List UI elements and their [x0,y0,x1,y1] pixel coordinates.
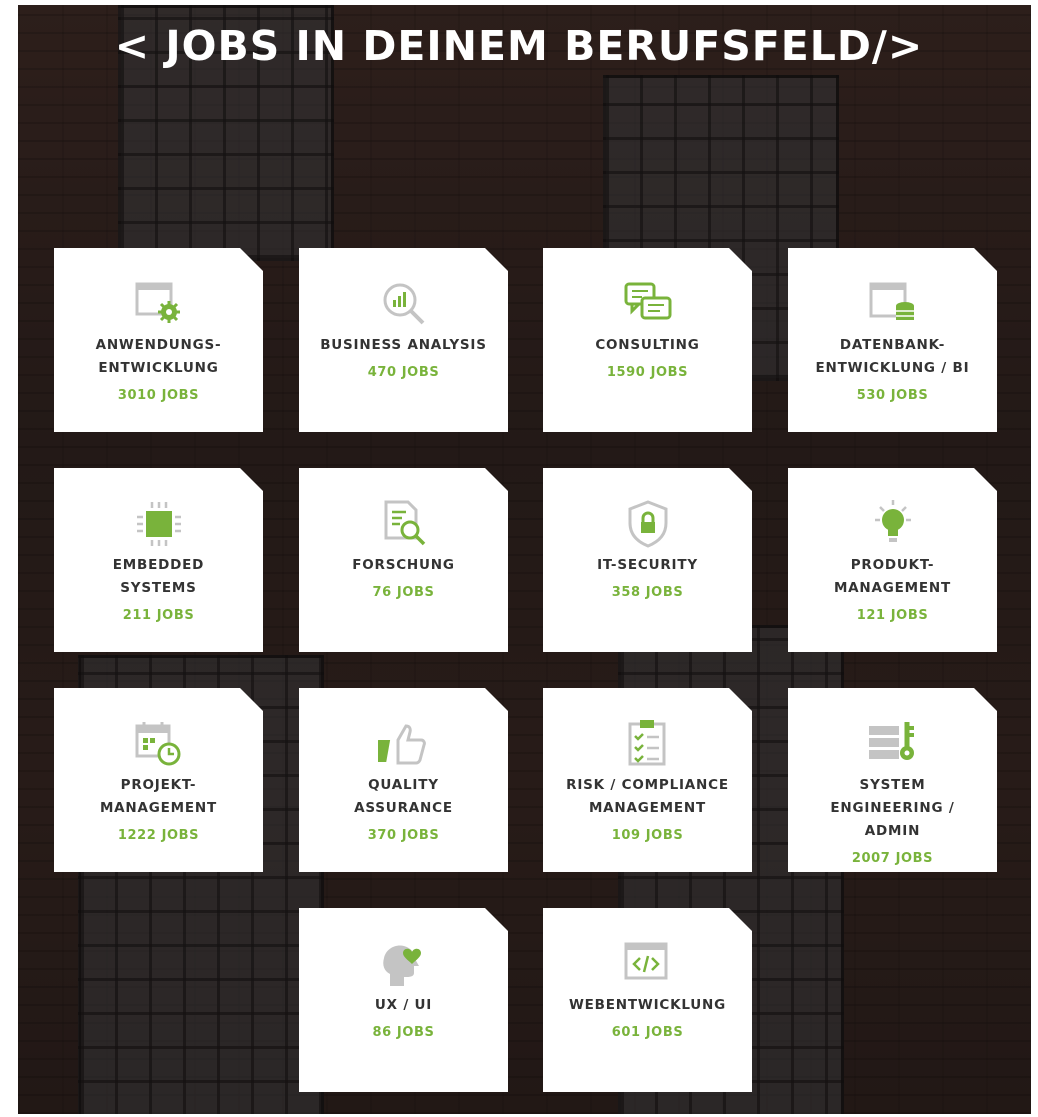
category-name: DATENBANK- ENTWICKLUNG / BI 530 JOBS [794,334,991,407]
category-name: CONSULTING 1590 JOBS [549,334,746,384]
category-name: QUALITY ASSURANCE 370 JOBS [305,774,502,847]
thumbs-up-icon [377,718,430,770]
app-gear-icon [133,278,185,330]
category-name: BUSINESS ANALYSIS 470 JOBS [305,334,502,384]
job-count: 121 JOBS [856,608,929,623]
category-tile[interactable]: BUSINESS ANALYSIS 470 JOBS [299,248,508,432]
job-count: 1590 JOBS [606,365,689,380]
document-search-icon [378,498,430,550]
job-count: 601 JOBS [611,1025,684,1040]
job-count: 470 JOBS [367,365,440,380]
category-tile[interactable]: SYSTEM ENGINEERING / ADMIN 2007 JOBS [788,688,997,872]
category-name: UX / UI 86 JOBS [305,994,502,1044]
shield-lock-icon [622,498,674,550]
category-name: PRODUKT- MANAGEMENT 121 JOBS [794,554,991,627]
category-name: WEBENTWICKLUNG 601 JOBS [549,994,746,1044]
category-name: SYSTEM ENGINEERING / ADMIN 2007 JOBS [794,774,991,870]
job-count: 1222 JOBS [117,828,200,843]
job-count: 109 JOBS [611,828,684,843]
category-name: ANWENDUNGS- ENTWICKLUNG 3010 JOBS [60,334,257,407]
calendar-clock-icon [133,718,185,770]
category-tile[interactable]: RISK / COMPLIANCE MANAGEMENT 109 JOBS [543,688,752,872]
job-count: 86 JOBS [372,1025,435,1040]
checklist-icon [622,718,674,770]
chip-icon [133,498,185,550]
category-tile[interactable]: ANWENDUNGS- ENTWICKLUNG 3010 JOBS [54,248,263,432]
chat-bubbles-icon [622,278,674,330]
category-name: PROJEKT- MANAGEMENT 1222 JOBS [60,774,257,847]
head-heart-icon [378,938,430,990]
page-title: < JOBS IN DEINEM BERUFSFELD/> [114,22,924,70]
database-window-icon [867,278,919,330]
job-count: 358 JOBS [611,585,684,600]
category-tile[interactable]: WEBENTWICKLUNG 601 JOBS [543,908,752,1092]
category-name: IT-SECURITY 358 JOBS [549,554,746,604]
category-tile[interactable]: QUALITY ASSURANCE 370 JOBS [299,688,508,872]
job-count: 530 JOBS [856,388,929,403]
job-count: 2007 JOBS [851,851,934,866]
category-tile[interactable]: FORSCHUNG 76 JOBS [299,468,508,652]
server-key-icon [867,718,919,770]
job-count: 370 JOBS [367,828,440,843]
magnifier-chart-icon [378,278,430,330]
category-name: RISK / COMPLIANCE MANAGEMENT 109 JOBS [549,774,746,847]
category-tile[interactable]: EMBEDDED SYSTEMS 211 JOBS [54,468,263,652]
category-tile[interactable]: DATENBANK- ENTWICKLUNG / BI 530 JOBS [788,248,997,432]
job-count: 211 JOBS [122,608,195,623]
category-tile[interactable]: UX / UI 86 JOBS [299,908,508,1092]
category-name: FORSCHUNG 76 JOBS [305,554,502,604]
lightbulb-icon [867,498,919,550]
job-count: 76 JOBS [372,585,435,600]
category-name: EMBEDDED SYSTEMS 211 JOBS [60,554,257,627]
category-tile[interactable]: IT-SECURITY 358 JOBS [543,468,752,652]
category-tile[interactable]: PRODUKT- MANAGEMENT 121 JOBS [788,468,997,652]
code-window-icon [622,938,674,990]
job-count: 3010 JOBS [117,388,200,403]
category-tile[interactable]: CONSULTING 1590 JOBS [543,248,752,432]
category-tile[interactable]: PROJEKT- MANAGEMENT 1222 JOBS [54,688,263,872]
